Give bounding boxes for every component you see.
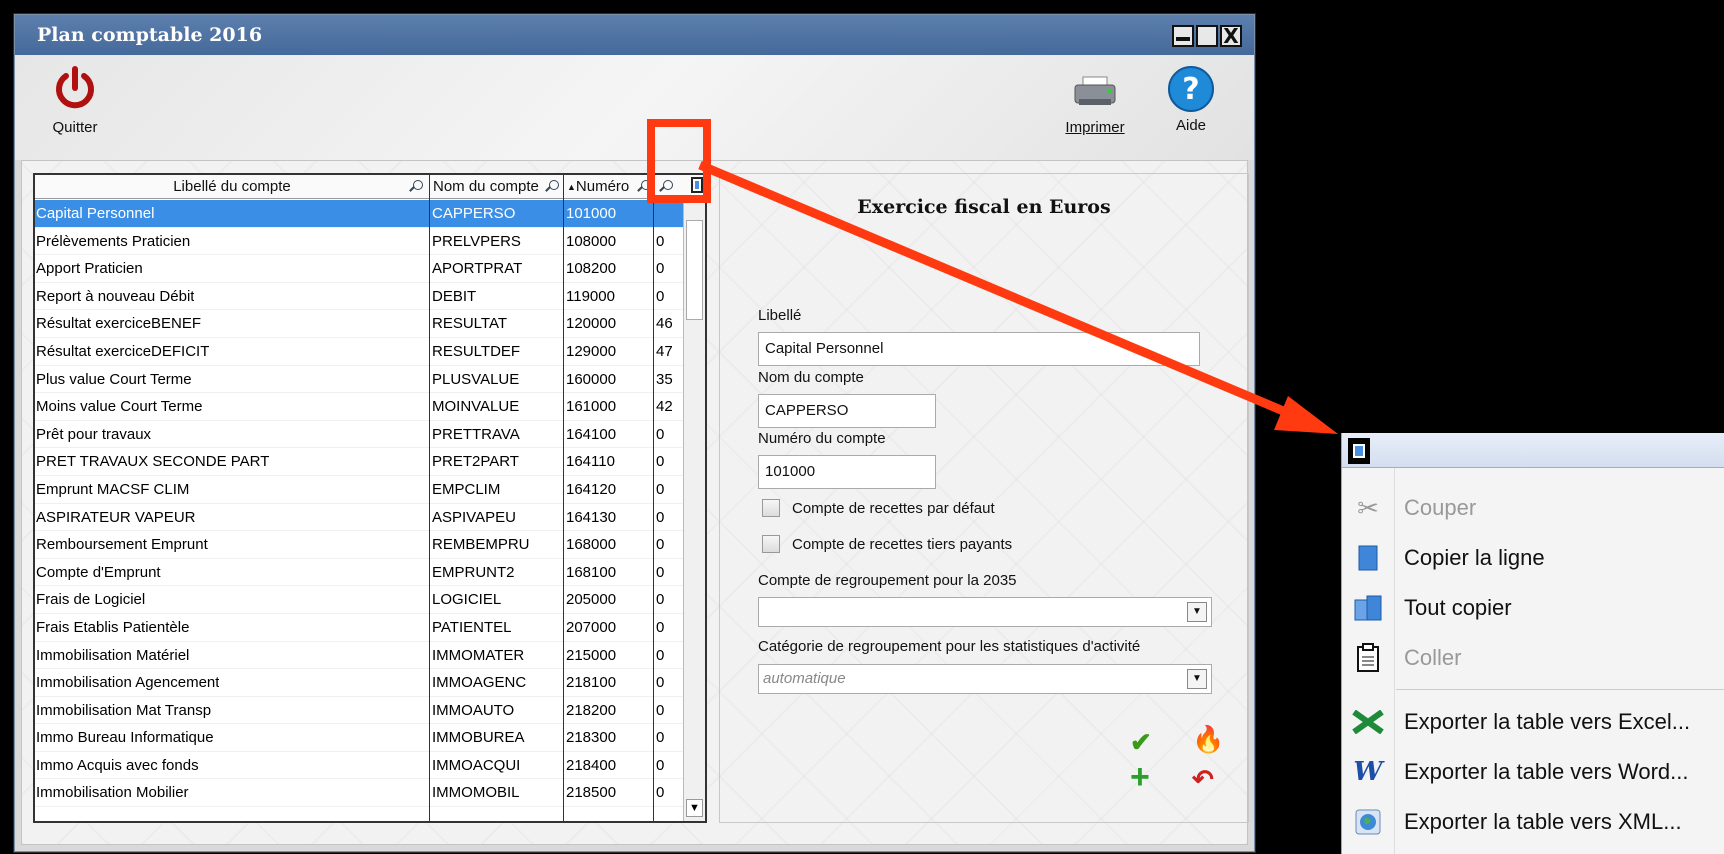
menu-item-coller[interactable]: Coller: [1342, 633, 1724, 683]
copy-all-icon: [1342, 594, 1394, 622]
menu-item-couper[interactable]: ✂ Couper: [1342, 483, 1724, 533]
menu-item-label: Copier la ligne: [1404, 545, 1545, 570]
menu-item-label: Couper: [1404, 495, 1477, 520]
menu-item-export-word[interactable]: W Exporter la table vers Word...: [1342, 747, 1724, 797]
menu-item-label: Tout copier: [1404, 595, 1512, 620]
menu-item-label: Exporter la table vers Word...: [1404, 759, 1689, 784]
menu-separator: [1396, 689, 1724, 690]
excel-icon: [1342, 710, 1394, 734]
scissors-icon: ✂: [1357, 492, 1379, 523]
screenshot-stage: Plan comptable 2016 X Quitter Imprimer ?…: [0, 0, 1724, 854]
menu-item-label: Exporter la table vers XML...: [1404, 809, 1682, 834]
xml-globe-icon: [1342, 809, 1394, 835]
table-menu-icon: [1348, 438, 1370, 464]
menu-item-label: Coller: [1404, 645, 1462, 670]
paste-icon: [1342, 643, 1394, 673]
menu-item-tout-copier[interactable]: Tout copier: [1342, 583, 1724, 633]
menu-item-export-excel[interactable]: Exporter la table vers Excel...: [1342, 697, 1724, 747]
word-icon: W: [1353, 757, 1383, 787]
table-context-menu: ✂ Couper Copier la ligne Tout copier Col…: [1341, 433, 1724, 854]
context-menu-header: [1342, 433, 1724, 468]
menu-item-export-xml[interactable]: Exporter la table vers XML...: [1342, 797, 1724, 847]
copy-line-icon: [1342, 544, 1394, 572]
menu-item-copier-ligne[interactable]: Copier la ligne: [1342, 533, 1724, 583]
menu-item-label: Exporter la table vers Excel...: [1404, 709, 1691, 734]
